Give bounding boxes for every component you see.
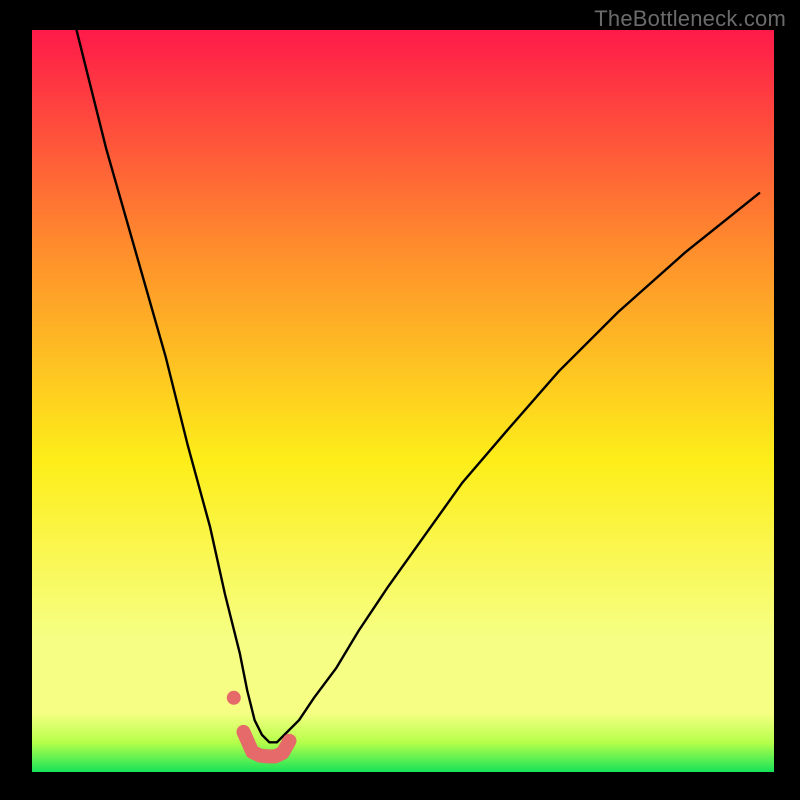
chart-frame: TheBottleneck.com <box>0 0 800 800</box>
isolated-marker-group <box>227 691 241 705</box>
bottleneck-curve <box>77 30 760 742</box>
curve-layer <box>32 30 774 772</box>
isolated-marker-dot <box>227 691 241 705</box>
watermark-text: TheBottleneck.com <box>594 6 786 32</box>
plot-area <box>32 30 774 772</box>
